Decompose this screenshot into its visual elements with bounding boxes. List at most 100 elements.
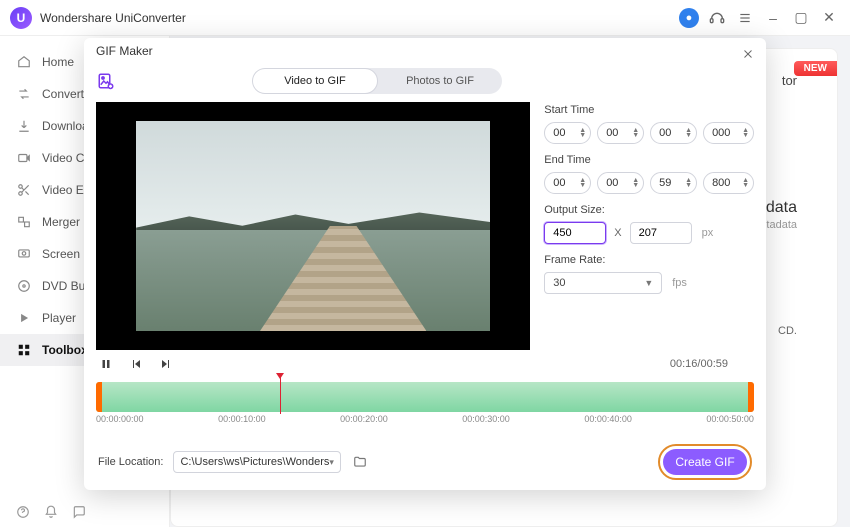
chevron-down-icon: ▼ (644, 278, 653, 288)
stepper-arrows[interactable]: ▲▼ (685, 178, 692, 188)
stepper-arrows[interactable]: ▲▼ (579, 178, 586, 188)
app-name: Wondershare UniConverter (40, 11, 186, 25)
end-hh-input[interactable] (553, 177, 577, 189)
bottom-row: File Location: C:\Users\ws\Pictures\Wond… (84, 434, 766, 490)
timeline-end-handle[interactable] (748, 382, 754, 412)
start-mm-input[interactable] (606, 127, 630, 139)
end-ms-stepper[interactable]: ▲▼ (703, 172, 754, 194)
end-mm-input[interactable] (606, 177, 630, 189)
time-display: 00:16/00:59 (670, 358, 728, 370)
output-height-input[interactable] (630, 222, 692, 244)
window-maximize[interactable]: ▢ (790, 7, 812, 29)
window-minimize[interactable]: – (762, 7, 784, 29)
start-mm-stepper[interactable]: ▲▼ (597, 122, 644, 144)
frame-rate-select[interactable]: 30 ▼ (544, 272, 662, 294)
mode-row: Video to GIF Photos to GIF (84, 64, 766, 102)
add-media-icon[interactable] (96, 71, 116, 91)
merger-icon (16, 214, 32, 230)
mode-tabs: Video to GIF Photos to GIF (252, 68, 502, 94)
bg-text-cd: CD. (778, 325, 797, 337)
support-icon[interactable] (706, 7, 728, 29)
end-ss-input[interactable] (659, 177, 683, 189)
account-avatar[interactable]: ● (678, 7, 700, 29)
timeline-playhead[interactable] (280, 374, 281, 414)
titlebar: U Wondershare UniConverter ● – ▢ ✕ (0, 0, 850, 36)
sidebar-item-label: Toolbox (42, 343, 88, 357)
tick: 00:00:20:00 (340, 414, 388, 424)
end-ms-input[interactable] (712, 177, 740, 189)
px-label: px (702, 227, 714, 239)
end-hh-stepper[interactable]: ▲▼ (544, 172, 591, 194)
converter-icon (16, 86, 32, 102)
start-time-label: Start Time (544, 104, 754, 116)
recorder-icon (16, 246, 32, 262)
feedback-icon[interactable] (72, 505, 86, 519)
stepper-arrows[interactable]: ▲▼ (742, 128, 749, 138)
video-preview[interactable] (96, 102, 530, 350)
window-close[interactable]: ✕ (818, 7, 840, 29)
scissors-icon (16, 182, 32, 198)
start-hh-input[interactable] (553, 127, 577, 139)
tab-video-to-gif[interactable]: Video to GIF (252, 68, 378, 94)
file-location-label: File Location: (98, 456, 163, 468)
bell-icon[interactable] (44, 505, 58, 519)
end-ss-stepper[interactable]: ▲▼ (650, 172, 697, 194)
multiply-sign: X (614, 227, 621, 239)
timeline-ticks: 00:00:00:00 00:00:10:00 00:00:20:00 00:0… (84, 412, 766, 424)
timeline[interactable] (96, 382, 754, 412)
app-logo: U (10, 7, 32, 29)
gif-controls: Start Time ▲▼ ▲▼ ▲▼ ▲▼ End Time ▲▼ ▲▼ ▲▼… (544, 102, 754, 350)
tab-label: Video to GIF (284, 75, 346, 87)
new-badge: NEW (794, 61, 837, 76)
tick: 00:00:40:00 (584, 414, 632, 424)
tick: 00:00:30:00 (462, 414, 510, 424)
modal-close-button[interactable] (738, 44, 758, 64)
start-ms-stepper[interactable]: ▲▼ (703, 122, 754, 144)
work-row: Start Time ▲▼ ▲▼ ▲▼ ▲▼ End Time ▲▼ ▲▼ ▲▼… (84, 102, 766, 350)
stepper-arrows[interactable]: ▲▼ (742, 178, 749, 188)
tick: 00:00:10:00 (218, 414, 266, 424)
pause-button[interactable] (98, 356, 114, 372)
menu-icon[interactable] (734, 7, 756, 29)
end-mm-stepper[interactable]: ▲▼ (597, 172, 644, 194)
start-ss-stepper[interactable]: ▲▼ (650, 122, 697, 144)
prev-frame-button[interactable] (128, 356, 144, 372)
stepper-arrows[interactable]: ▲▼ (632, 128, 639, 138)
video-frame (136, 121, 490, 331)
home-icon (16, 54, 32, 70)
file-location-select[interactable]: C:\Users\ws\Pictures\Wonders ▾ (173, 451, 340, 473)
tick: 00:00:50:00 (706, 414, 754, 424)
bg-text-tor: tor (782, 73, 797, 88)
download-icon (16, 118, 32, 134)
frame-rate-label: Frame Rate: (544, 254, 754, 266)
output-width-input[interactable] (544, 222, 606, 244)
play-icon (16, 310, 32, 326)
statusbar (16, 505, 86, 519)
help-icon[interactable] (16, 505, 30, 519)
toolbox-icon (16, 342, 32, 358)
stepper-arrows[interactable]: ▲▼ (685, 128, 692, 138)
output-size-label: Output Size: (544, 204, 754, 216)
sidebar-item-label: Player (42, 311, 76, 325)
modal-title: GIF Maker (84, 38, 766, 64)
fps-unit: fps (672, 277, 687, 289)
create-gif-highlight: Create GIF (658, 444, 752, 480)
next-frame-button[interactable] (158, 356, 174, 372)
file-location-value: C:\Users\ws\Pictures\Wonders (180, 456, 329, 468)
tab-label: Photos to GIF (406, 75, 474, 87)
timeline-start-handle[interactable] (96, 382, 102, 412)
create-gif-button[interactable]: Create GIF (663, 449, 747, 475)
stepper-arrows[interactable]: ▲▼ (579, 128, 586, 138)
disc-icon (16, 278, 32, 294)
start-ms-input[interactable] (712, 127, 740, 139)
sidebar-item-label: Home (42, 55, 74, 69)
create-gif-label: Create GIF (675, 455, 734, 469)
start-hh-stepper[interactable]: ▲▼ (544, 122, 591, 144)
stepper-arrows[interactable]: ▲▼ (632, 178, 639, 188)
tab-photos-to-gif[interactable]: Photos to GIF (378, 68, 502, 94)
frame-rate-value: 30 (553, 277, 565, 289)
playbar: 00:16/00:59 (84, 350, 766, 378)
start-ss-input[interactable] (659, 127, 683, 139)
open-folder-button[interactable] (351, 453, 369, 471)
chevron-down-icon: ▾ (329, 457, 334, 468)
